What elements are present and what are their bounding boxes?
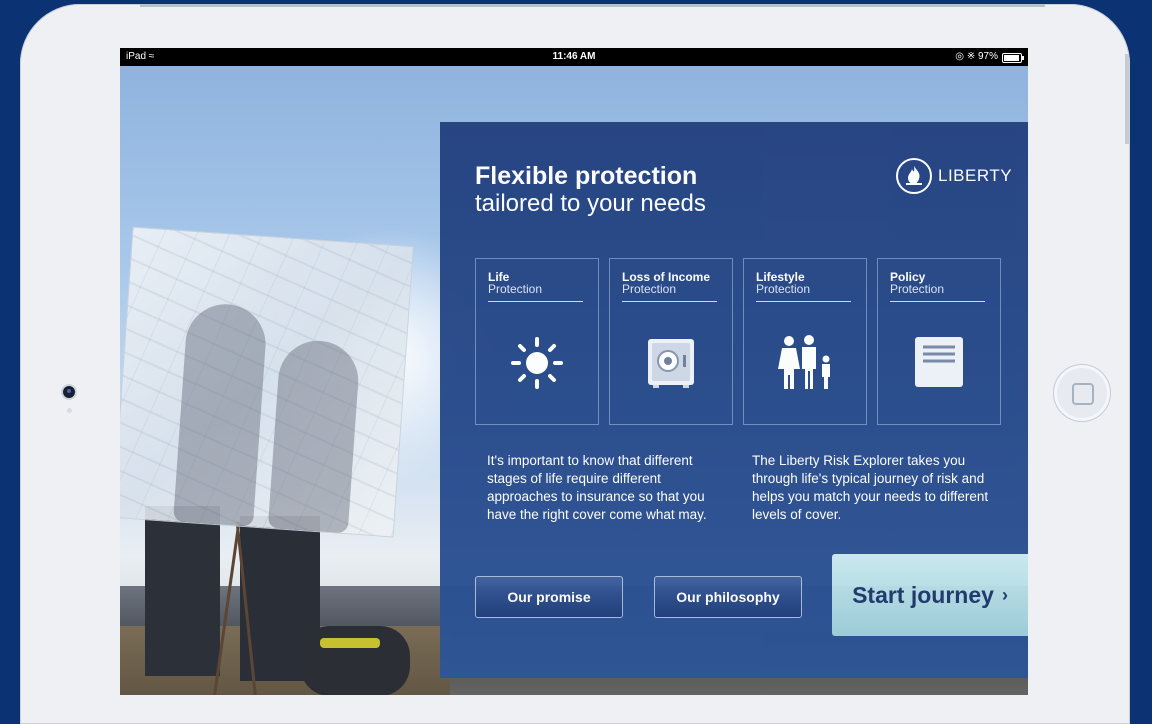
card-divider bbox=[622, 301, 717, 302]
hiker-silhouette bbox=[173, 301, 269, 527]
side-button bbox=[1125, 54, 1129, 144]
frame-edge bbox=[140, 4, 1045, 7]
intro-description-left: It's important to know that different st… bbox=[487, 453, 707, 522]
card-subtitle: Protection bbox=[890, 282, 945, 296]
card-divider bbox=[756, 301, 851, 302]
status-time: 11:46 AM bbox=[552, 51, 596, 62]
status-bar: iPad ≈ 11:46 AM ◎ ※ 97% bbox=[120, 48, 1028, 66]
light-sensor bbox=[67, 408, 72, 413]
card-divider bbox=[488, 301, 583, 302]
hiker-silhouette bbox=[267, 338, 361, 534]
card-subtitle: Protection bbox=[488, 282, 543, 296]
page-subtitle: tailored to your needs bbox=[475, 190, 706, 217]
front-camera bbox=[63, 386, 75, 398]
card-life-protection[interactable]: Life Protection bbox=[475, 258, 599, 425]
hiker-left bbox=[145, 506, 220, 676]
chevron-right-icon: › bbox=[1001, 584, 1008, 605]
lock-rotation-icon: ◎ bbox=[955, 51, 965, 62]
home-button[interactable] bbox=[1053, 364, 1111, 422]
card-loss-of-income-protection[interactable]: Loss of Income Protection bbox=[609, 258, 733, 425]
intro-panel: Flexible protection tailored to your nee… bbox=[440, 122, 1028, 678]
paper-map bbox=[120, 226, 414, 538]
our-promise-button[interactable]: Our promise bbox=[475, 576, 623, 618]
logo-text: LIBERTY bbox=[938, 166, 1013, 185]
family-icon bbox=[744, 335, 866, 396]
ipad-screen: iPad ≈ 11:46 AM ◎ ※ 97% Flexible protect… bbox=[120, 48, 1028, 695]
start-journey-label: Start journey bbox=[852, 581, 994, 608]
card-subtitle: Protection bbox=[756, 282, 811, 296]
start-journey-button[interactable]: Start journey › bbox=[832, 554, 1028, 636]
flame-icon bbox=[896, 158, 932, 194]
page-title: Flexible protection bbox=[475, 162, 698, 190]
safe-icon bbox=[610, 335, 732, 396]
backpack bbox=[300, 626, 410, 695]
card-policy-protection[interactable]: Policy Protection bbox=[877, 258, 1001, 425]
card-subtitle: Protection bbox=[622, 282, 677, 296]
intro-description-right: The Liberty Risk Explorer takes you thro… bbox=[752, 453, 989, 522]
card-lifestyle-protection[interactable]: Lifestyle Protection bbox=[743, 258, 867, 425]
protection-cards: Life Protection Loss of Income Protectio… bbox=[475, 258, 1011, 425]
status-right: ◎ ※ 97% bbox=[955, 48, 998, 66]
document-icon bbox=[878, 335, 1000, 396]
our-philosophy-button[interactable]: Our philosophy bbox=[654, 576, 802, 618]
battery-icon bbox=[1002, 53, 1024, 63]
card-divider bbox=[890, 301, 985, 302]
liberty-logo: LIBERTY bbox=[896, 156, 1012, 196]
bluetooth-icon: ※ bbox=[966, 51, 976, 62]
battery-percent: 97% bbox=[977, 51, 998, 62]
sun-icon bbox=[476, 335, 598, 396]
